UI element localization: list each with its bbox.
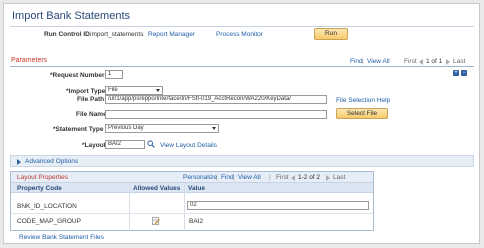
grid-separator-3: | [269, 174, 271, 181]
file-path-input[interactable]: /u01/app/psreppo/Interface/In/FSIt-019_A… [105, 95, 327, 104]
parameters-divider [10, 66, 474, 67]
lookup-icon[interactable] [147, 140, 155, 148]
run-control-label: Run Control ID [44, 31, 90, 38]
grid-separator-2: | [233, 174, 235, 181]
property-value-text: BAI2 [189, 218, 204, 225]
grid-column-header: Property Code Allowed Values Value [11, 183, 373, 193]
grid-view-all-link[interactable]: View All [238, 174, 261, 181]
select-file-button[interactable]: Select File [336, 108, 388, 119]
parameters-header: Parameters [11, 57, 48, 64]
add-row-icon[interactable]: + [453, 70, 459, 76]
layout-input[interactable]: BAI2 [105, 140, 145, 149]
layout-properties-grid: Layout Properties Personalize | Find | V… [10, 171, 374, 231]
grid-separator-1: | [216, 174, 218, 181]
expand-triangle-icon [17, 159, 21, 165]
parameters-find-link[interactable]: Find [350, 58, 363, 65]
column-allowed-values: Allowed Values [133, 185, 181, 192]
grid-last: Last [333, 174, 346, 181]
parameters-counter: 1 of 1 [426, 58, 443, 65]
grid-counter: 1-2 of 2 [298, 174, 321, 181]
review-bank-statement-files-link[interactable]: Review Bank Statement Files [19, 234, 104, 241]
parameters-view-all-link[interactable]: View All [367, 58, 390, 65]
parameters-first: First [404, 58, 417, 65]
parameters-separator: | [362, 58, 364, 65]
layout-label: *Layout [82, 142, 106, 149]
file-path-label: File Path [77, 96, 105, 103]
table-row: BNK_ID_LOCATION 02 [11, 198, 373, 214]
first-arrow-icon[interactable] [419, 59, 423, 65]
personalize-link[interactable]: Personalize [183, 174, 217, 181]
last-arrow-icon[interactable] [446, 59, 450, 65]
request-number-input[interactable]: 1 [105, 70, 123, 79]
column-property-code: Property Code [17, 185, 62, 192]
advanced-options-bar[interactable]: Advanced Options [10, 155, 474, 167]
statement-type-select[interactable]: Previous Day [105, 124, 219, 133]
chevron-down-icon [156, 89, 160, 92]
column-value: Value [188, 185, 205, 192]
run-button[interactable]: Run [314, 28, 348, 40]
chevron-down-icon [212, 127, 216, 130]
file-name-input[interactable] [105, 110, 327, 119]
title-divider [10, 26, 474, 27]
advanced-options-label: Advanced Options [25, 158, 79, 165]
file-selection-help-link[interactable]: File Selection Help [336, 97, 390, 104]
property-code-cell: BNK_ID_LOCATION [17, 203, 77, 210]
import-type-select[interactable]: File [105, 86, 163, 95]
layout-properties-title: Layout Properties [17, 174, 68, 181]
grid-first: First [276, 174, 289, 181]
statement-type-label: *Statement Type [53, 126, 104, 133]
page-title: Import Bank Statements [12, 10, 130, 22]
import-type-value: File [108, 87, 118, 93]
last-arrow-icon[interactable] [326, 175, 330, 181]
property-value-input[interactable]: 02 [187, 201, 369, 210]
process-monitor-link[interactable]: Process Monitor [216, 31, 263, 38]
delete-row-icon[interactable]: − [461, 70, 467, 76]
parameters-last: Last [453, 58, 466, 65]
layout-properties-header: Layout Properties Personalize | Find | V… [11, 172, 373, 183]
report-manager-link[interactable]: Report Manager [148, 31, 195, 38]
file-name-label: File Name [76, 111, 107, 118]
import-type-label: *Import Type [66, 88, 106, 95]
page-frame: Import Bank Statements Run Control ID im… [3, 3, 480, 244]
table-row: CODE_MAP_GROUP BAI2 [11, 214, 373, 230]
allowed-values-edit-icon[interactable] [152, 217, 160, 225]
request-number-label: *Request Number [50, 72, 105, 79]
first-arrow-icon[interactable] [291, 175, 295, 181]
grid-find-link[interactable]: Find [221, 174, 234, 181]
view-layout-details-link[interactable]: View Layout Details [160, 142, 217, 149]
property-code-cell: CODE_MAP_GROUP [17, 218, 81, 225]
statement-type-value: Previous Day [108, 125, 144, 131]
run-control-value: import_statements [90, 31, 144, 38]
